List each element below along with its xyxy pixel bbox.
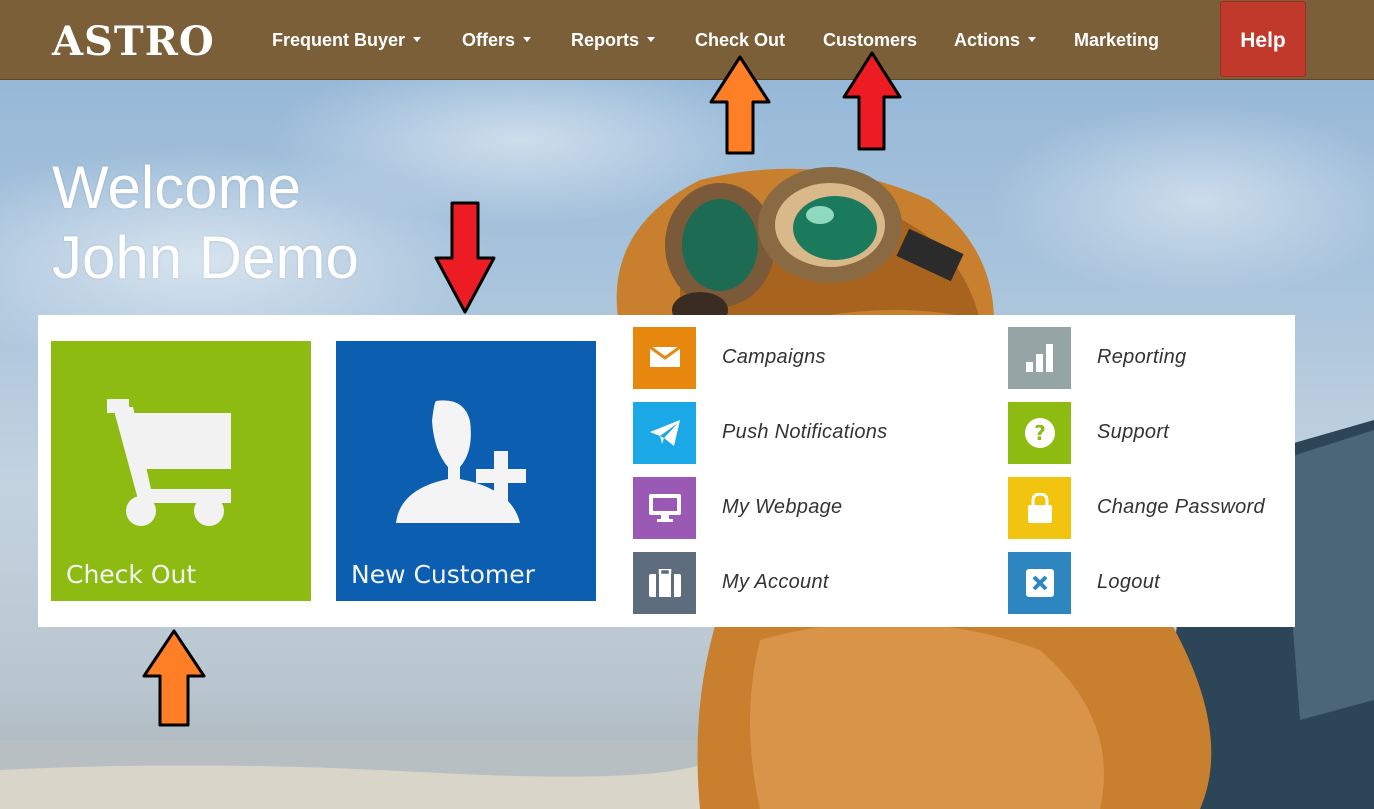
menu-label: Change Password [1097,496,1265,518]
menu-label: Logout [1097,571,1160,593]
nav-label: Check Out [695,30,786,50]
caret-down-icon [647,36,656,42]
caret-down-icon [523,36,532,42]
menu-item-my-account[interactable]: My Account [633,552,963,614]
menu-label: My Account [722,571,829,593]
nav-reports[interactable]: Reports [571,28,656,52]
dashboard-panel: Check Out New Customer Campaigns Push No… [38,315,1295,627]
paper-plane-icon [633,402,696,464]
nav-offers[interactable]: Offers [462,28,532,52]
menu-item-logout[interactable]: Logout [1008,552,1288,614]
menu-item-support[interactable]: ? Support [1008,402,1288,464]
menu-item-my-webpage[interactable]: My Webpage [633,477,963,539]
user-name: John Demo [52,224,359,291]
orange-arrow-up-icon [142,629,206,727]
nav-customers[interactable]: Customers [823,28,917,52]
welcome-line: Welcome [52,154,301,221]
welcome-heading: Welcome John Demo [52,153,359,293]
menu-item-campaigns[interactable]: Campaigns [633,327,963,389]
menu-label: My Webpage [722,496,843,518]
caret-down-icon [413,36,422,42]
caret-down-icon [1028,36,1037,42]
envelope-icon [633,327,696,389]
close-icon [1008,552,1071,614]
nav-label: Customers [823,30,918,50]
lock-icon [1008,477,1071,539]
menu-label: Support [1097,421,1170,443]
tile-label: New Customer [351,560,535,589]
help-button[interactable]: Help [1220,1,1306,77]
menu-item-change-password[interactable]: Change Password [1008,477,1288,539]
nav-label: Marketing [1074,30,1160,50]
briefcase-icon [633,552,696,614]
top-navbar: ASTRO Frequent Buyer Offers Reports Chec… [0,0,1374,80]
checkout-tile[interactable]: Check Out [51,341,311,601]
nav-frequent-buyer[interactable]: Frequent Buyer [272,28,422,52]
nav-check-out[interactable]: Check Out [695,28,785,52]
red-arrow-up-icon [842,51,902,151]
astro-logo[interactable]: ASTRO [52,20,215,64]
monitor-icon [633,477,696,539]
nav-label: Offers [462,30,516,50]
new-customer-tile[interactable]: New Customer [336,341,596,601]
nav-marketing[interactable]: Marketing [1074,28,1159,52]
nav-label: Frequent Buyer [272,30,406,50]
nav-label: Actions [954,30,1021,50]
menu-label: Reporting [1097,346,1187,368]
svg-text:?: ? [1034,421,1046,445]
question-icon: ? [1008,402,1071,464]
tile-label: Check Out [66,560,197,589]
menu-item-push-notifications[interactable]: Push Notifications [633,402,963,464]
menu-label: Campaigns [722,346,826,368]
nav-label: Reports [571,30,640,50]
menu-item-reporting[interactable]: Reporting [1008,327,1288,389]
orange-arrow-up-icon [709,55,771,155]
nav-actions[interactable]: Actions [954,28,1037,52]
bar-chart-icon [1008,327,1071,389]
menu-label: Push Notifications [722,421,888,443]
red-arrow-down-icon [434,201,496,314]
